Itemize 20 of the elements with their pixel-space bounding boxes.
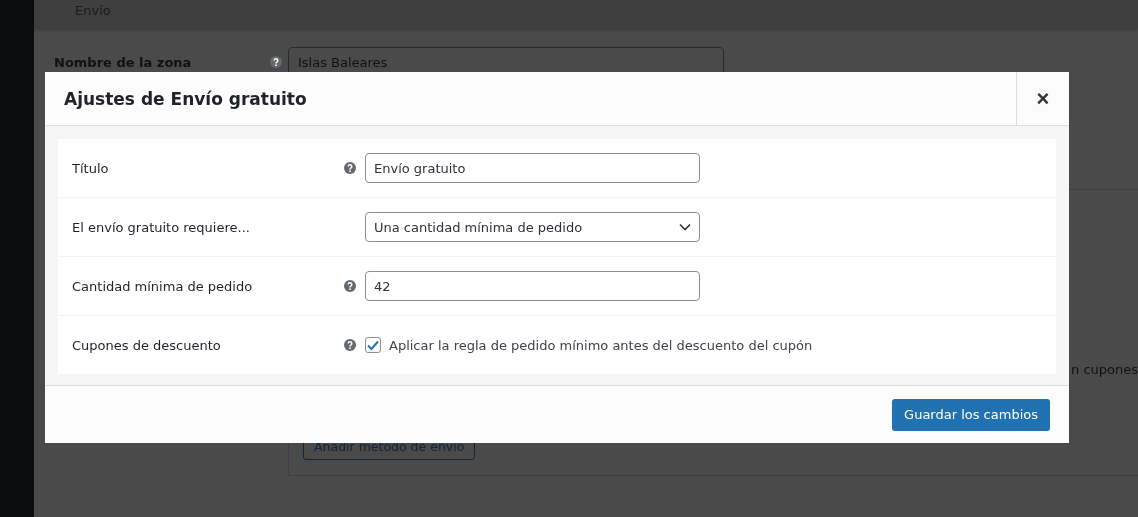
field-label: Cupones de descuento	[72, 337, 222, 353]
close-button[interactable]: ×	[1016, 72, 1069, 125]
checkbox-label: Aplicar la regla de pedido mínimo antes del descuento del cupón	[389, 337, 813, 353]
help-icon[interactable]	[344, 339, 356, 351]
help-icon[interactable]	[270, 56, 282, 68]
save-button[interactable]: Guardar los cambios	[892, 398, 1050, 431]
field-label: Nombre de la zona	[54, 54, 193, 70]
modal-title: Ajustes de Envío gratuito	[63, 88, 308, 109]
field-label: Cantidad mínima de pedido	[72, 278, 254, 294]
text-input[interactable]: 42	[365, 271, 700, 301]
field-label: Título	[72, 160, 110, 176]
partial-text: n cupones	[1071, 362, 1138, 377]
checkmark-icon	[367, 339, 379, 351]
help-icon[interactable]	[344, 162, 356, 174]
field-label: El envío gratuito requiere...	[72, 219, 251, 235]
text-input[interactable]: Envío gratuito	[365, 153, 700, 183]
help-icon[interactable]	[344, 280, 356, 292]
dropdown[interactable]: Una cantidad mínima de pedido	[365, 212, 700, 242]
chevron-down-icon	[679, 223, 691, 231]
checkbox[interactable]	[365, 337, 381, 353]
